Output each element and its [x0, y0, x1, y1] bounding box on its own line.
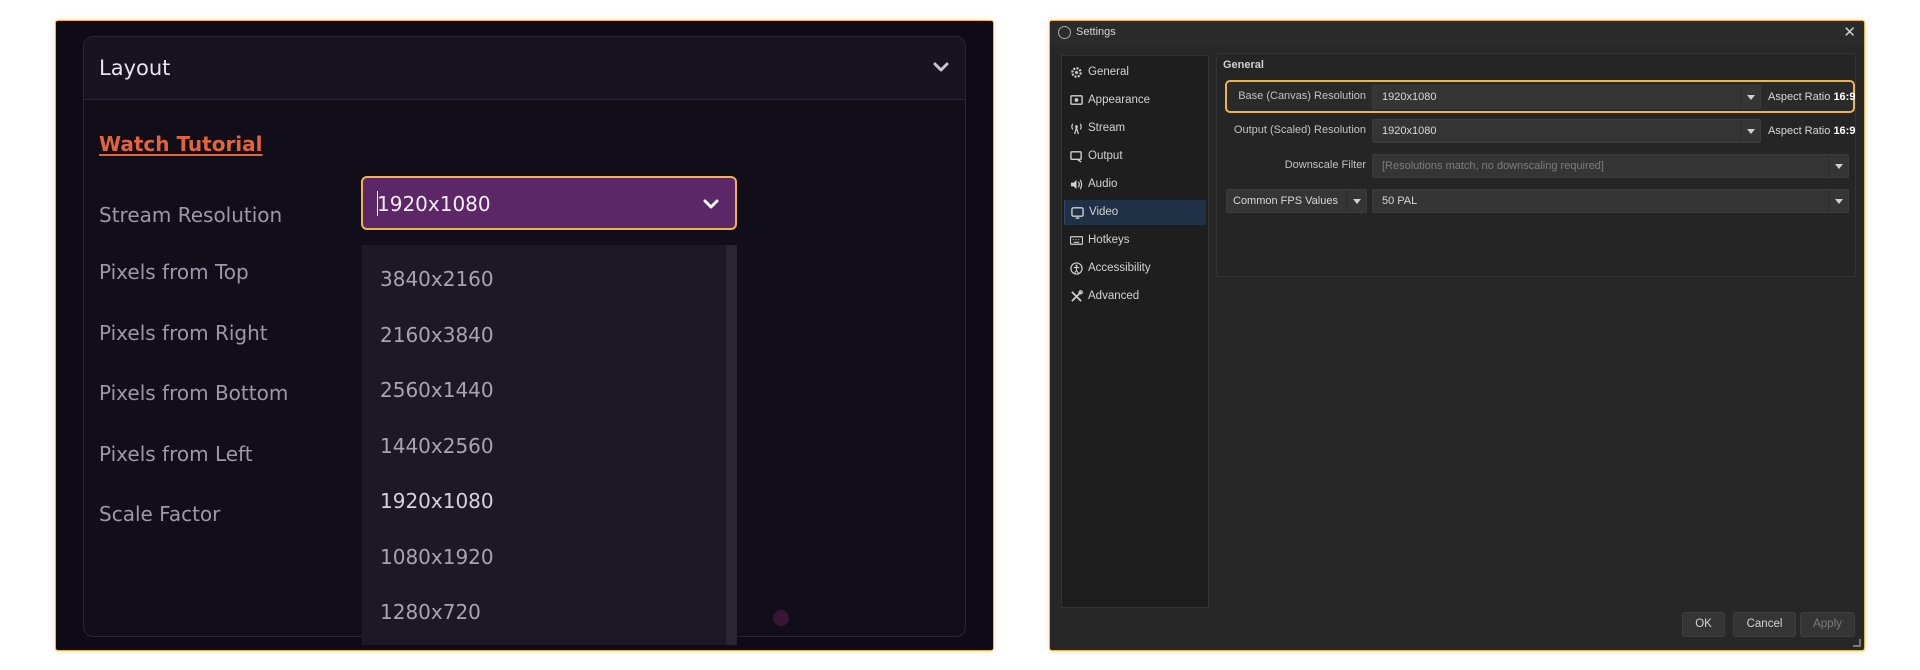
sidebar-item-label: Accessibility [1088, 262, 1151, 274]
output-resolution-combobox[interactable]: 1920x1080 [1372, 119, 1761, 143]
watch-tutorial-link[interactable]: Watch Tutorial [99, 132, 263, 156]
settings-window: Settings ✕ General Appearance Stream Out… [1049, 20, 1865, 651]
sidebar-item-label: Video [1089, 206, 1119, 218]
cancel-button[interactable]: Cancel [1733, 612, 1796, 637]
ok-button[interactable]: OK [1682, 612, 1725, 637]
resolution-option[interactable]: 1080x1920 [380, 545, 494, 569]
video-icon [1071, 207, 1084, 219]
resolution-option[interactable]: 1440x2560 [380, 434, 494, 458]
window-title: Settings [1076, 26, 1116, 38]
appearance-icon [1070, 95, 1083, 105]
close-button[interactable]: ✕ [1843, 23, 1856, 41]
sidebar-item-label: Advanced [1088, 290, 1140, 302]
accessibility-icon [1070, 262, 1083, 275]
stream-resolution-label: Stream Resolution [99, 203, 283, 227]
base-aspect-ratio: Aspect Ratio 16:9 [1768, 91, 1856, 103]
sidebar-item-advanced[interactable]: Advanced [1064, 284, 1206, 309]
sidebar-item-label: Stream [1088, 122, 1126, 134]
fps-type-combobox[interactable]: Common FPS Values [1226, 189, 1367, 213]
gear-icon [1071, 67, 1082, 78]
sidebar-item-stream[interactable]: Stream [1064, 116, 1206, 141]
dropdown-arrow-icon[interactable] [1828, 155, 1848, 177]
resolution-option[interactable]: 2560x1440 [380, 378, 494, 402]
sidebar-item-video[interactable]: Video [1064, 200, 1206, 225]
layout-title: Layout [99, 56, 171, 80]
base-resolution-combobox[interactable]: 1920x1080 [1372, 85, 1761, 109]
resolution-option-selected[interactable]: 1920x1080 [380, 489, 494, 513]
pixels-from-left-label: Pixels from Left [99, 442, 253, 466]
sidebar-item-label: Appearance [1088, 94, 1151, 106]
sidebar-item-general[interactable]: General [1064, 60, 1206, 85]
output-resolution-label: Output (Scaled) Resolution [1233, 124, 1366, 136]
resolution-dropdown-list[interactable]: 3840x2160 2160x3840 2560x1440 1440x2560 … [362, 245, 737, 645]
fps-value: 50 PAL [1382, 195, 1418, 207]
fps-value-combobox[interactable]: 50 PAL [1372, 189, 1849, 213]
tools-icon [1071, 290, 1083, 302]
stream-resolution-select[interactable]: 1920x1080 [361, 176, 737, 230]
sidebar-item-output[interactable]: Output [1064, 144, 1206, 169]
layout-section-header[interactable]: Layout [84, 37, 965, 100]
group-title: General [1223, 59, 1264, 71]
sidebar-item-accessibility[interactable]: Accessibility [1064, 256, 1206, 281]
keyboard-icon [1070, 236, 1083, 245]
output-aspect-ratio: Aspect Ratio 16:9 [1768, 125, 1856, 137]
sidebar-item-audio[interactable]: Audio [1064, 172, 1206, 197]
downscale-filter-combobox[interactable]: [Resolutions match, no downscaling requi… [1372, 154, 1849, 178]
dropdown-scrollbar[interactable] [726, 245, 737, 645]
apply-button[interactable]: Apply [1800, 612, 1855, 637]
stream-resolution-value: 1920x1080 [377, 192, 491, 216]
scale-factor-slider-handle[interactable] [773, 610, 789, 626]
base-resolution-value: 1920x1080 [1382, 91, 1437, 103]
dropdown-arrow-icon[interactable] [1828, 190, 1848, 212]
base-resolution-label: Base (Canvas) Resolution [1238, 90, 1366, 102]
dropdown-arrow-icon[interactable] [1740, 120, 1760, 142]
pixels-from-top-label: Pixels from Top [99, 260, 249, 284]
obs-logo-icon [1058, 26, 1071, 39]
pixels-from-bottom-label: Pixels from Bottom [99, 381, 289, 405]
sidebar-item-label: General [1088, 66, 1129, 78]
sidebar-item-appearance[interactable]: Appearance [1064, 88, 1206, 113]
chevron-down-icon [703, 199, 719, 209]
layout-settings-window: Layout Watch Tutorial Stream Resolution … [55, 20, 994, 651]
downscale-filter-value: [Resolutions match, no downscaling requi… [1382, 160, 1604, 172]
downscale-filter-label: Downscale Filter [1284, 159, 1366, 171]
dropdown-arrow-icon[interactable] [1740, 86, 1760, 108]
settings-sidebar: General Appearance Stream Output Audio V… [1061, 55, 1209, 608]
resolution-option[interactable]: 1280x720 [380, 600, 481, 624]
sidebar-item-label: Hotkeys [1088, 234, 1130, 246]
fps-type-value: Common FPS Values [1233, 195, 1338, 207]
chevron-down-icon[interactable] [931, 57, 951, 77]
title-bar: Settings ✕ [1050, 21, 1864, 45]
resolution-option[interactable]: 3840x2160 [380, 267, 494, 291]
sidebar-item-label: Audio [1088, 178, 1118, 190]
output-icon [1070, 151, 1082, 163]
sidebar-item-hotkeys[interactable]: Hotkeys [1064, 228, 1206, 253]
pixels-from-right-label: Pixels from Right [99, 321, 268, 345]
audio-icon [1070, 179, 1083, 190]
sidebar-item-label: Output [1088, 150, 1123, 162]
dropdown-arrow-icon[interactable] [1346, 190, 1366, 212]
scale-factor-label: Scale Factor [99, 502, 221, 526]
resolution-option[interactable]: 2160x3840 [380, 323, 494, 347]
output-resolution-value: 1920x1080 [1382, 125, 1437, 137]
resize-grip[interactable] [1853, 639, 1861, 647]
stream-icon [1071, 123, 1082, 135]
